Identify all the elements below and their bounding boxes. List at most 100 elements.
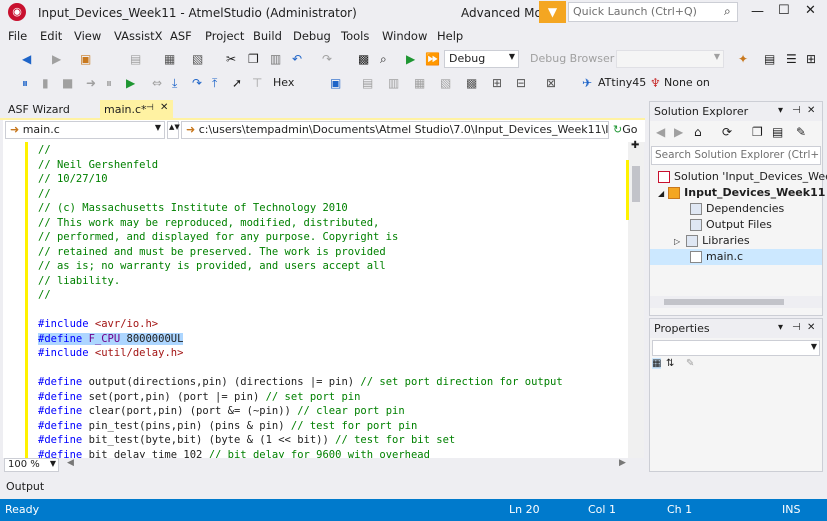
- scroll-left-icon[interactable]: ◀: [67, 458, 74, 468]
- device-label[interactable]: ATtiny45: [598, 75, 646, 91]
- solution-explorer-search-input[interactable]: Search Solution Explorer (Ctrl+: [651, 146, 821, 165]
- device-pins-icon[interactable]: ⊞: [806, 51, 816, 67]
- alphabetical-icon[interactable]: ⇅: [666, 358, 674, 369]
- layout-icon[interactable]: ▤: [764, 51, 775, 67]
- menu-edit[interactable]: Edit: [40, 29, 62, 43]
- tool-icon[interactable]: ✦: [738, 51, 748, 67]
- code-line[interactable]: // retained and must be preserved. The w…: [38, 245, 386, 260]
- wrench-icon[interactable]: ✎: [796, 125, 806, 139]
- close-button[interactable]: ✕: [805, 3, 816, 18]
- code-line[interactable]: #include <avr/io.h>: [38, 317, 158, 332]
- menu-view[interactable]: View: [74, 29, 101, 43]
- file-select[interactable]: ➜ main.c ▼: [5, 121, 165, 139]
- run-to-cursor-icon[interactable]: ➚: [232, 75, 242, 91]
- find-icon[interactable]: ⌕: [380, 51, 387, 67]
- forward-icon[interactable]: ▶: [52, 51, 61, 67]
- registers-icon[interactable]: ▥: [388, 75, 399, 91]
- step-out-icon[interactable]: ⤒: [212, 75, 217, 91]
- tree-item-libraries[interactable]: ▷ Libraries: [674, 233, 750, 249]
- step-over-icon[interactable]: ↷: [192, 75, 202, 91]
- sync-icon[interactable]: ⟳: [722, 125, 732, 139]
- pin-icon[interactable]: ⊣: [792, 322, 801, 333]
- filter-icon[interactable]: ▼: [539, 1, 566, 23]
- save-icon[interactable]: ▦: [164, 51, 175, 67]
- debug-browser-select[interactable]: ▼: [616, 50, 724, 68]
- maximize-button[interactable]: ☐: [778, 3, 790, 18]
- list-icon[interactable]: ☰: [786, 51, 797, 67]
- go-button[interactable]: ↻Go: [613, 123, 637, 136]
- code-line[interactable]: //: [38, 288, 51, 303]
- debug-browser-label[interactable]: Debug Browser: [530, 51, 614, 67]
- dropdown-icon[interactable]: ▾: [778, 322, 783, 333]
- solution-icon[interactable]: ▩: [358, 51, 369, 67]
- device-icon[interactable]: ✈: [582, 75, 592, 91]
- menu-project[interactable]: Project: [205, 29, 244, 43]
- add-item-icon[interactable]: ▤: [130, 51, 141, 67]
- step-into-icon[interactable]: ⤓: [172, 75, 177, 91]
- search-icon[interactable]: ⌕: [724, 4, 731, 19]
- paste-icon[interactable]: ▥: [270, 51, 281, 67]
- menu-debug[interactable]: Debug: [293, 29, 331, 43]
- io-view-icon[interactable]: ▧: [440, 75, 451, 91]
- code-line[interactable]: #include <util/delay.h>: [38, 346, 183, 361]
- stop-icon[interactable]: ■: [62, 75, 73, 91]
- collapse-icon[interactable]: ❐: [752, 125, 763, 139]
- copy-icon[interactable]: ❐: [248, 51, 259, 67]
- tree-item-project[interactable]: ◢ Input_Devices_Week11: [658, 185, 825, 201]
- code-line[interactable]: //: [38, 143, 51, 158]
- new-project-icon[interactable]: ▣: [80, 51, 91, 67]
- hex-toggle[interactable]: Hex: [273, 75, 294, 91]
- code-line[interactable]: #define bit_test(byte,bit) (byte & (1 <<…: [38, 433, 455, 448]
- horizontal-scrollbar[interactable]: ◀ ▶: [3, 458, 645, 472]
- tool-label[interactable]: None on: [664, 75, 710, 91]
- code-line[interactable]: #define bit_delay_time 102 // bit delay …: [38, 448, 430, 459]
- code-line[interactable]: // (c) Massachusetts Institute of Techno…: [38, 201, 348, 216]
- break-icon[interactable]: ▮: [42, 75, 49, 91]
- code-line[interactable]: #define F_CPU 8000000UL: [38, 332, 184, 347]
- cut-icon[interactable]: ✂: [226, 51, 236, 67]
- menu-tools[interactable]: Tools: [341, 29, 369, 43]
- disassembly-icon[interactable]: ▤: [362, 75, 373, 91]
- pause-icon[interactable]: ⏸: [106, 75, 112, 91]
- menu-help[interactable]: Help: [437, 29, 463, 43]
- code-line[interactable]: // This work may be reproduced, modified…: [38, 216, 379, 231]
- tree-item-main-c[interactable]: main.c: [650, 249, 822, 265]
- settings-icon[interactable]: ⊠: [546, 75, 556, 91]
- menu-build[interactable]: Build: [253, 29, 282, 43]
- reset-icon[interactable]: ⊤: [252, 75, 262, 91]
- path-select[interactable]: ➜ c:\users\tempadmin\Documents\Atmel Stu…: [181, 121, 609, 139]
- pin-icon[interactable]: ⊣: [792, 105, 801, 116]
- processor-icon[interactable]: ▩: [466, 75, 477, 91]
- solution-explorer-hscroll[interactable]: [650, 296, 822, 308]
- zoom-select[interactable]: 100 % ▼: [4, 458, 59, 472]
- properties-icon[interactable]: ▤: [772, 125, 783, 139]
- windows-icon[interactable]: ▣: [330, 75, 341, 91]
- tool-plug-icon[interactable]: ♆: [650, 75, 661, 91]
- menu-asf[interactable]: ASF: [170, 29, 192, 43]
- memory-icon[interactable]: ▦: [414, 75, 425, 91]
- code-line[interactable]: #define clear(port,pin) (port &= (~pin))…: [38, 404, 405, 419]
- code-line[interactable]: #define pin_test(pins,pin) (pins & pin) …: [38, 419, 417, 434]
- dropdown-icon[interactable]: ▾: [778, 105, 783, 116]
- save-all-icon[interactable]: ▧: [192, 51, 203, 67]
- menu-window[interactable]: Window: [382, 29, 427, 43]
- forward-icon[interactable]: ▶: [674, 125, 683, 139]
- scroll-right-icon[interactable]: ▶: [619, 458, 626, 468]
- code-line[interactable]: //: [38, 187, 51, 202]
- back-icon[interactable]: ◀: [656, 125, 665, 139]
- pin-icon[interactable]: ⊣: [146, 103, 154, 113]
- split-icon[interactable]: ✚: [631, 140, 639, 151]
- close-icon[interactable]: ✕: [807, 322, 815, 333]
- menu-file[interactable]: File: [8, 29, 27, 43]
- code-line[interactable]: // Neil Gershenfeld: [38, 158, 158, 173]
- code-line[interactable]: // performed, and displayed for any purp…: [38, 230, 398, 245]
- property-pages-icon[interactable]: ✎: [686, 358, 694, 369]
- split-button[interactable]: ▲▼: [167, 121, 180, 139]
- show-next-icon[interactable]: ⇔: [152, 75, 162, 91]
- chip-icon[interactable]: ⊞: [492, 75, 502, 91]
- tree-item-solution[interactable]: Solution 'Input_Devices_Week11': [658, 169, 827, 185]
- tree-item-output-files[interactable]: Output Files: [690, 217, 772, 233]
- quick-launch-input[interactable]: Quick Launch (Ctrl+Q): [568, 2, 738, 22]
- tab-asf-wizard[interactable]: ASF Wizard: [0, 100, 98, 119]
- start-without-debugging-icon[interactable]: ⏩: [425, 51, 440, 67]
